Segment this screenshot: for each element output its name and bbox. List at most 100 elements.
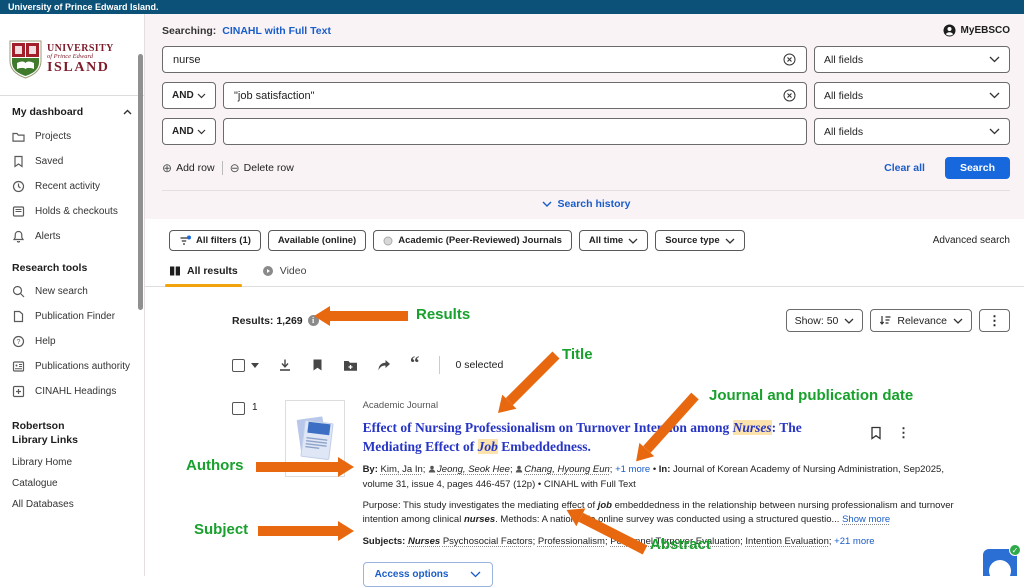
select-all-checkbox[interactable] [232,359,245,372]
field-select-value: All fields [824,90,863,102]
bookmark-outline-icon [870,426,882,440]
folder-plus-icon [343,359,358,372]
download-button[interactable] [278,358,292,372]
sidebar-item-label: Projects [35,131,71,142]
sidebar-item-saved[interactable]: Saved [0,149,144,174]
result-title[interactable]: Effect of Nursing Professionalism on Tur… [363,418,851,456]
author-icon [428,464,436,478]
searching-label: Searching: [162,25,216,37]
field-select-3[interactable]: All fields [814,118,1010,145]
result-checkbox[interactable] [232,402,245,415]
selected-count: 0 selected [456,359,504,371]
add-to-project-button[interactable] [343,359,358,372]
search-history-label: Search history [558,198,631,210]
sidebar-link-catalogue[interactable]: Catalogue [0,470,144,491]
subject-link[interactable]: Psychosocial Factors [443,536,533,547]
document-icon [12,310,25,323]
search-button[interactable]: Search [945,157,1010,179]
advanced-search-link[interactable]: Advanced search [933,235,1010,246]
search-input-3[interactable] [234,126,796,138]
author-link[interactable]: Kim, Ja In [381,464,423,475]
operator-select-2[interactable]: AND [162,82,216,109]
source-type-label: Source type [665,235,719,246]
sidebar-item-publication-finder[interactable]: Publication Finder [0,304,144,329]
result-type-label: Academic Journal [363,400,1010,411]
more-authors-link[interactable]: +1 more [615,464,650,475]
sidebar-item-help[interactable]: ? Help [0,329,144,354]
results-area: Results: 1,269 i Show: 50 Relevance ⋮ [145,309,1024,587]
search-input-2[interactable] [234,90,783,102]
result-thumbnail[interactable] [285,400,345,477]
more-options-button[interactable]: ⋮ [979,309,1010,332]
highlighted-term: job [598,500,612,511]
subject-link[interactable]: Intention Evaluation [745,536,828,547]
chat-online-badge: ✓ [1009,544,1021,556]
in-label: In: [659,464,671,475]
sidebar-link-library-home[interactable]: Library Home [0,449,144,470]
myebsco-button[interactable]: MyEBSCO [943,24,1010,37]
clear-input-icon[interactable] [783,53,796,66]
sidebar-scrollbar[interactable] [138,54,143,310]
sidebar-item-alerts[interactable]: Alerts [0,224,144,249]
play-circle-icon [262,265,274,277]
database-name: CINAHL with Full Text [544,479,636,490]
database-link[interactable]: CINAHL with Full Text [222,25,331,37]
bookmark-result-button[interactable] [870,426,882,440]
sidebar-item-recent-activity[interactable]: Recent activity [0,174,144,199]
sidebar-header-my-dashboard[interactable]: My dashboard [0,96,144,124]
search-row-3: AND All fields [162,118,1010,145]
share-button[interactable] [377,359,391,372]
operator-select-3[interactable]: AND [162,118,216,145]
cite-button[interactable]: “ [410,359,420,371]
subject-link[interactable]: Personnel Turnover Evaluation [610,536,740,547]
upei-logo[interactable]: UNIVERSITY of Prince Edward ISLAND [9,40,138,79]
author-link[interactable]: Jeong, Seok Hee [437,464,510,475]
tab-all-results[interactable]: All results [169,265,238,286]
sidebar-item-label: Publication Finder [35,311,115,322]
save-bookmark-button[interactable] [311,358,324,372]
subject-link[interactable]: Professionalism [538,536,605,547]
chevron-down-icon [989,56,1000,63]
sidebar-item-cinahl-headings[interactable]: CINAHL Headings [0,379,144,404]
show-more-link[interactable]: Show more [842,514,890,525]
all-time-chip[interactable]: All time [579,230,648,251]
result-kebab-icon[interactable]: ⋮ [897,426,910,440]
subject-link[interactable]: Nurses [408,536,440,547]
available-online-chip[interactable]: Available (online) [268,230,366,251]
access-options-button[interactable]: Access options [363,562,494,587]
author-link[interactable]: Chang, Hyoung Eun [524,464,610,475]
sidebar-item-holds-checkouts[interactable]: Holds & checkouts [0,199,144,224]
chevron-down-icon [628,238,638,244]
search-history-toggle[interactable]: Search history [162,190,1010,219]
all-time-label: All time [589,235,623,246]
operator-value: AND [172,90,194,101]
sidebar-header-library-links: Robertson Library Links [0,404,110,449]
info-icon[interactable]: i [308,315,319,326]
folder-icon [12,130,25,143]
field-select-1[interactable]: All fields [814,46,1010,73]
clear-input-icon[interactable] [783,89,796,102]
sidebar-item-new-search[interactable]: New search [0,279,144,304]
chevron-down-icon [542,201,552,207]
authority-icon [12,360,25,373]
tab-video[interactable]: Video [262,265,307,286]
delete-row-button[interactable]: ⊖ Delete row [230,162,294,174]
peer-reviewed-label: Academic (Peer-Reviewed) Journals [398,235,562,246]
search-input-1[interactable] [173,54,783,66]
sidebar-link-all-databases[interactable]: All Databases [0,491,144,512]
results-tabs: All results Video [145,251,1024,287]
source-type-chip[interactable]: Source type [655,230,744,251]
peer-reviewed-chip[interactable]: Academic (Peer-Reviewed) Journals [373,230,572,251]
add-row-button[interactable]: ⊕ Add row [162,162,215,174]
chat-widget[interactable]: ✓ [983,549,1017,576]
field-select-2[interactable]: All fields [814,82,1010,109]
show-per-page-select[interactable]: Show: 50 [786,309,864,332]
show-per-page-value: Show: 50 [795,315,839,327]
sidebar-item-publications-authority[interactable]: Publications authority [0,354,144,379]
select-dropdown-icon[interactable] [251,363,259,368]
clear-all-link[interactable]: Clear all [884,162,925,174]
more-subjects-link[interactable]: +21 more [834,536,874,547]
sidebar-item-projects[interactable]: Projects [0,124,144,149]
sort-select[interactable]: Relevance [870,309,972,332]
all-filters-chip[interactable]: All filters (1) [169,230,261,251]
